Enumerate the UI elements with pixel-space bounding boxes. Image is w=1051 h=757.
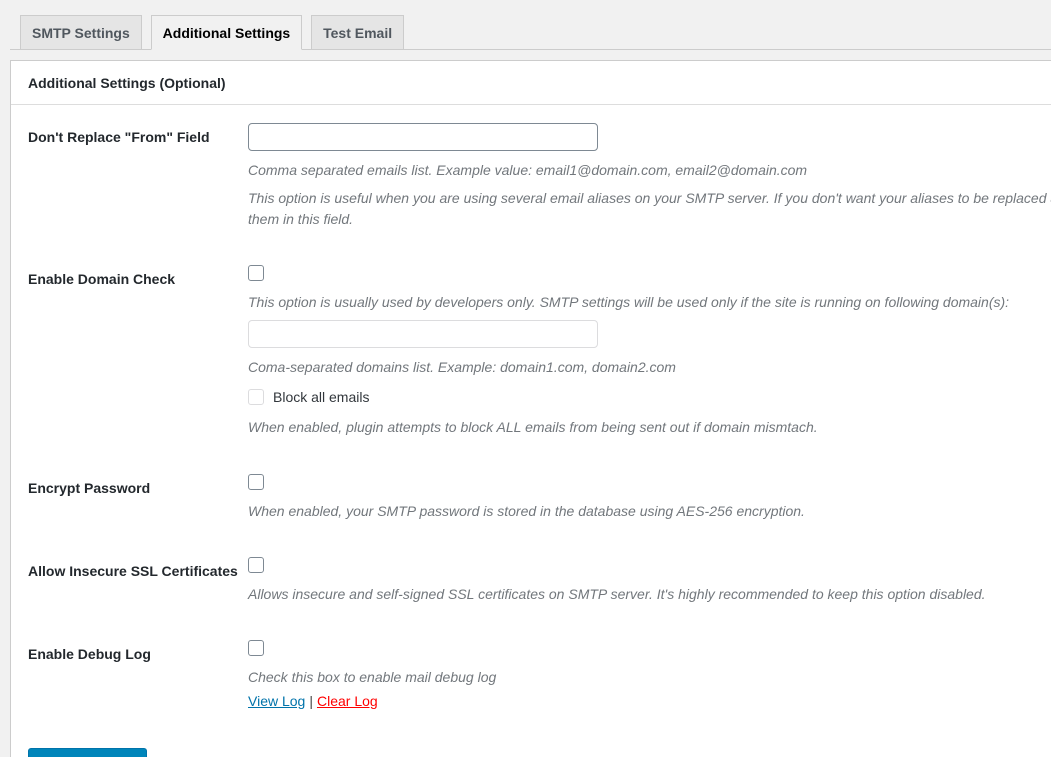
enable-domain-check-checkbox[interactable] bbox=[248, 265, 264, 281]
tab-smtp-settings[interactable]: SMTP Settings bbox=[20, 15, 142, 49]
enable-debug-log-label: Enable Debug Log bbox=[28, 640, 248, 708]
enable-debug-log-checkbox[interactable] bbox=[248, 640, 264, 656]
dont-replace-from-description: This option is useful when you are using… bbox=[248, 188, 1051, 229]
dont-replace-from-hint: Comma separated emails list. Example val… bbox=[248, 160, 1051, 180]
additional-settings-panel: Additional Settings (Optional) Don't Rep… bbox=[10, 60, 1051, 757]
block-all-emails-description: When enabled, plugin attempts to block A… bbox=[248, 417, 1051, 437]
enable-domain-check-label: Enable Domain Check bbox=[28, 265, 248, 438]
allow-insecure-ssl-label: Allow Insecure SSL Certificates bbox=[28, 557, 248, 604]
log-links-separator: | bbox=[309, 693, 313, 709]
block-all-emails-option: Block all emails bbox=[248, 389, 1051, 405]
block-all-emails-label: Block all emails bbox=[273, 389, 369, 405]
row-enable-debug-log: Enable Debug Log Check this box to enabl… bbox=[28, 640, 1051, 708]
row-encrypt-password: Encrypt Password When enabled, your SMTP… bbox=[28, 474, 1051, 521]
settings-page: SMTP Settings Additional Settings Test E… bbox=[10, 15, 1051, 757]
row-dont-replace-from: Don't Replace "From" Field Comma separat… bbox=[28, 123, 1051, 229]
encrypt-password-description: When enabled, your SMTP password is stor… bbox=[248, 501, 1051, 521]
save-changes-button[interactable]: Save Changes bbox=[28, 748, 147, 757]
allow-insecure-ssl-description: Allows insecure and self-signed SSL cert… bbox=[248, 584, 1051, 604]
clear-log-link[interactable]: Clear Log bbox=[317, 693, 378, 709]
settings-form: Don't Replace "From" Field Comma separat… bbox=[11, 105, 1051, 757]
view-log-link[interactable]: View Log bbox=[248, 693, 305, 709]
block-all-emails-checkbox bbox=[248, 389, 264, 405]
encrypt-password-checkbox[interactable] bbox=[248, 474, 264, 490]
tab-test-email[interactable]: Test Email bbox=[311, 15, 404, 49]
row-allow-insecure-ssl: Allow Insecure SSL Certificates Allows i… bbox=[28, 557, 1051, 604]
allowed-domains-hint: Coma-separated domains list. Example: do… bbox=[248, 357, 1051, 377]
allowed-domains-input bbox=[248, 320, 598, 348]
tab-bar: SMTP Settings Additional Settings Test E… bbox=[10, 15, 1051, 50]
enable-domain-check-description: This option is usually used by developer… bbox=[248, 292, 1051, 312]
dont-replace-from-label: Don't Replace "From" Field bbox=[28, 123, 248, 229]
encrypt-password-label: Encrypt Password bbox=[28, 474, 248, 521]
tab-additional-settings[interactable]: Additional Settings bbox=[151, 15, 303, 50]
allow-insecure-ssl-checkbox[interactable] bbox=[248, 557, 264, 573]
enable-debug-log-description: Check this box to enable mail debug log bbox=[248, 667, 1051, 687]
row-enable-domain-check: Enable Domain Check This option is usual… bbox=[28, 265, 1051, 438]
dont-replace-from-input[interactable] bbox=[248, 123, 598, 151]
panel-title: Additional Settings (Optional) bbox=[11, 61, 1051, 105]
log-links: View Log|Clear Log bbox=[248, 693, 1051, 709]
